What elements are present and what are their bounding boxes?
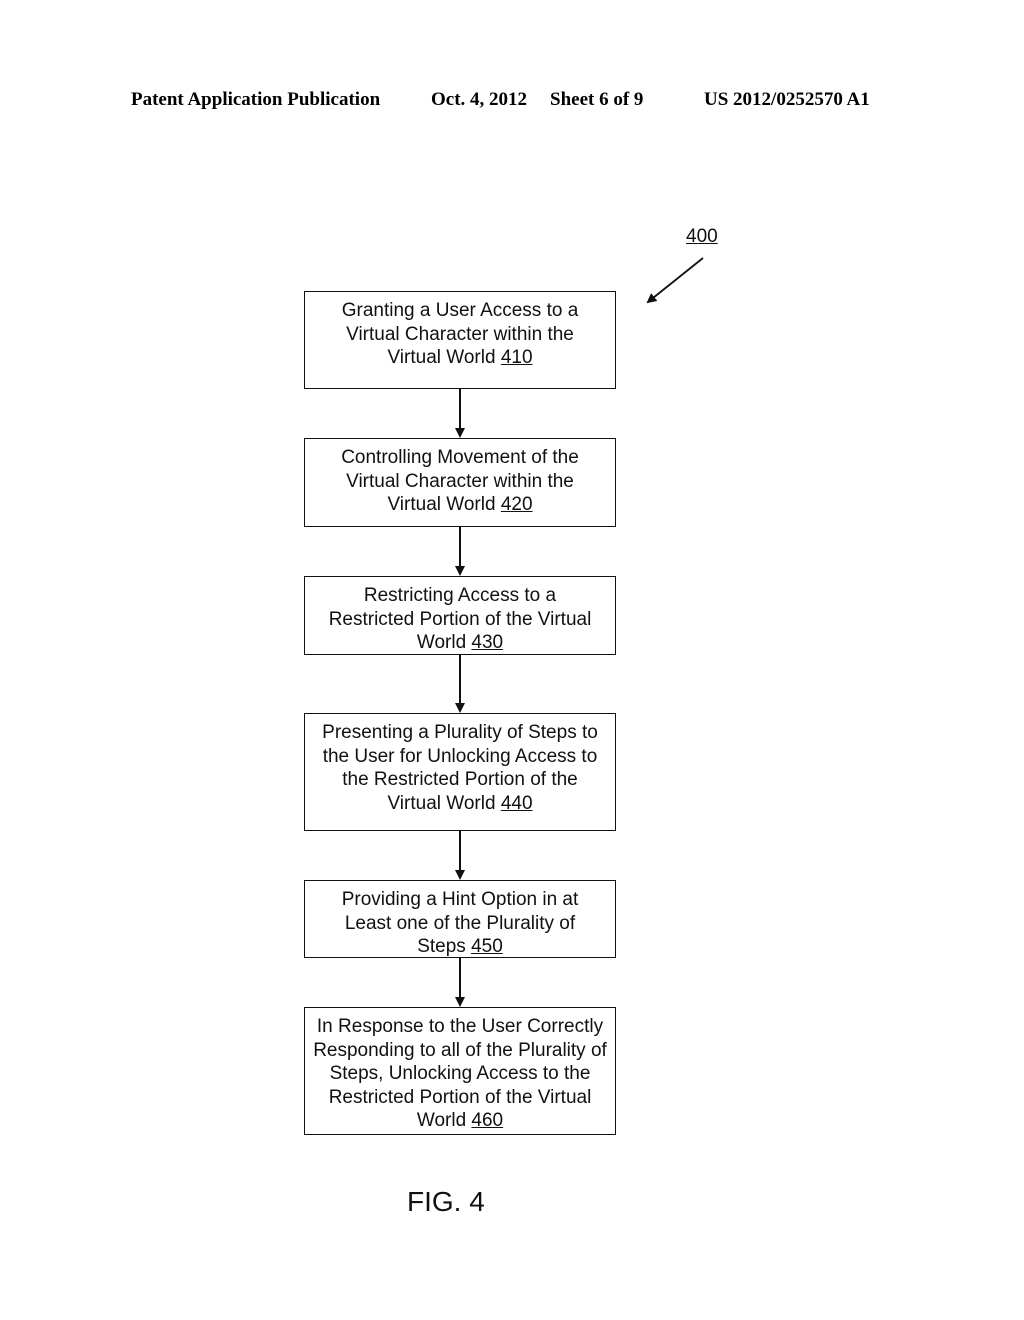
step-box-450: Providing a Hint Option in at Least one … bbox=[304, 880, 616, 958]
step-ref: 420 bbox=[500, 494, 533, 515]
step-box-410: Granting a User Access to a Virtual Char… bbox=[304, 291, 616, 389]
reference-leader-arrow bbox=[646, 257, 704, 304]
step-ref: 430 bbox=[471, 632, 504, 653]
step-text: Restricting Access to a Restricted Porti… bbox=[328, 585, 592, 653]
figure-label: FIG. 4 bbox=[407, 1186, 485, 1217]
step-text: Controlling Movement of the Virtual Char… bbox=[341, 447, 579, 515]
step-ref: 450 bbox=[471, 936, 503, 957]
step-box-440: Presenting a Plurality of Steps to the U… bbox=[304, 713, 616, 831]
step-text: In Response to the User Correctly Respon… bbox=[313, 1016, 607, 1131]
step-box-420: Controlling Movement of the Virtual Char… bbox=[304, 438, 616, 527]
step-text: Presenting a Plurality of Steps to the U… bbox=[322, 722, 598, 814]
step-ref: 460 bbox=[471, 1110, 504, 1131]
step-ref: 440 bbox=[500, 792, 533, 814]
step-ref: 410 bbox=[500, 347, 533, 368]
step-box-430: Restricting Access to a Restricted Porti… bbox=[304, 576, 616, 655]
step-box-460: In Response to the User Correctly Respon… bbox=[304, 1007, 616, 1135]
step-text: Providing a Hint Option in at Least one … bbox=[341, 889, 579, 957]
step-text: Granting a User Access to a Virtual Char… bbox=[341, 300, 579, 368]
